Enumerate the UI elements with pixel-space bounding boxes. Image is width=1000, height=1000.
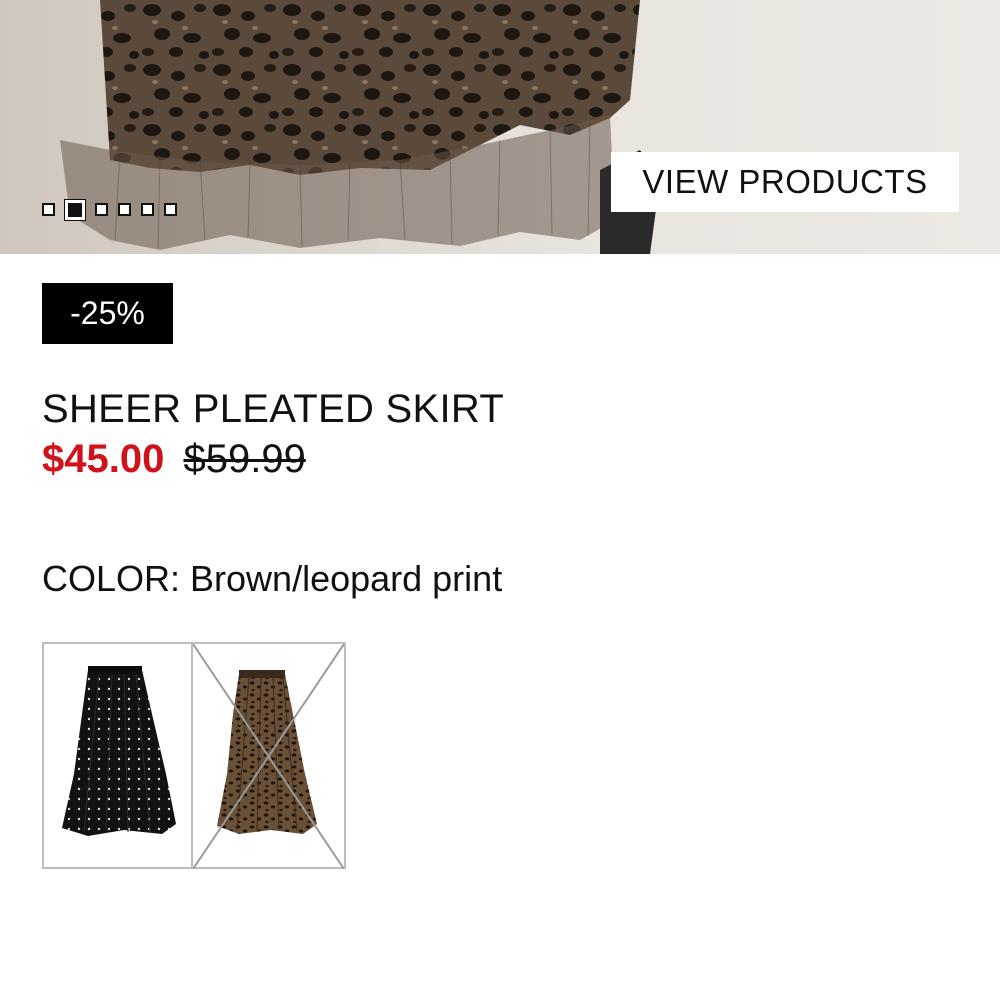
slide-dot-5[interactable] — [141, 203, 154, 216]
slide-dot-6[interactable] — [164, 203, 177, 216]
black-skirt-thumbnail — [62, 666, 176, 836]
swatch-black-polka-dot[interactable] — [42, 642, 193, 869]
slide-dot-2[interactable] — [65, 200, 85, 220]
price-row: $45.00 $59.99 — [42, 437, 306, 482]
view-products-button[interactable]: VIEW PRODUCTS — [611, 152, 959, 212]
original-price: $59.99 — [183, 437, 306, 481]
slide-dot-3[interactable] — [95, 203, 108, 216]
swatch-brown-leopard[interactable] — [193, 642, 346, 869]
slide-dot-1[interactable] — [42, 203, 55, 216]
product-title: SHEER PLEATED SKIRT — [42, 387, 505, 431]
sale-price: $45.00 — [42, 437, 165, 481]
hero-image[interactable]: VIEW PRODUCTS — [0, 0, 1000, 254]
leopard-skirt-thumbnail — [193, 644, 344, 869]
slide-indicators — [42, 200, 177, 220]
slide-dot-4[interactable] — [118, 203, 131, 216]
selected-color-label: COLOR: Brown/leopard print — [42, 558, 503, 599]
discount-badge: -25% — [42, 283, 173, 344]
color-swatches — [42, 642, 346, 869]
